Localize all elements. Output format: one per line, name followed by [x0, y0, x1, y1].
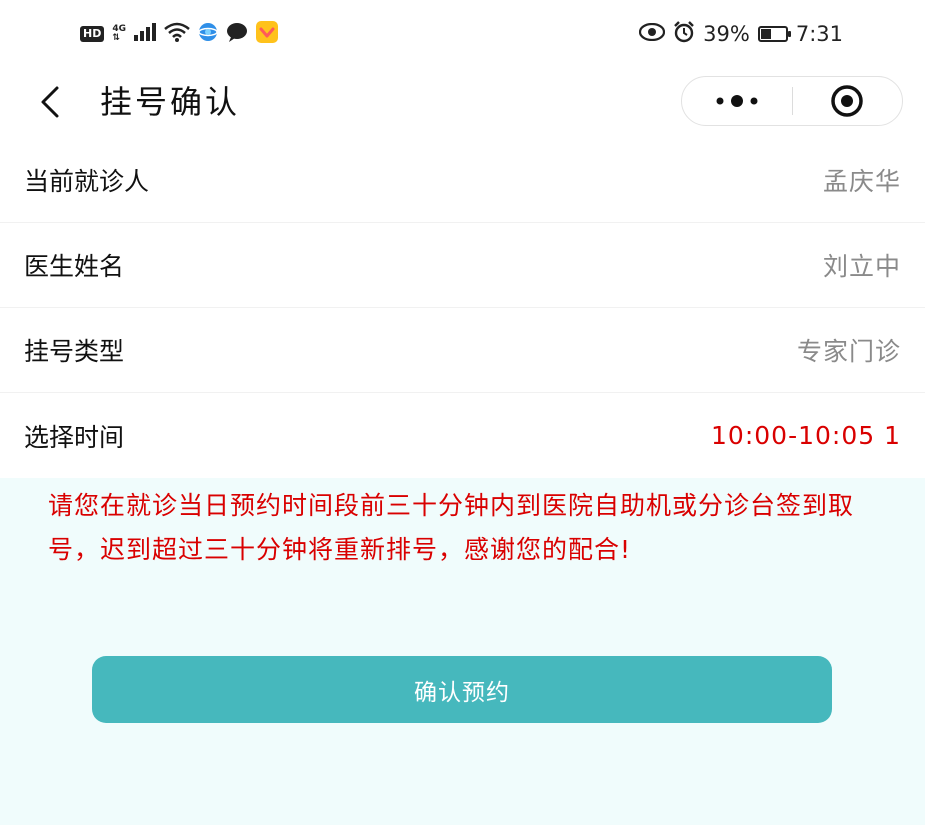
- target-close-icon: [831, 85, 863, 117]
- patient-value: 孟庆华: [822, 167, 901, 196]
- message-icon: [226, 22, 248, 46]
- signal-icon: [134, 23, 156, 45]
- time-value: 10:00-10:05 1: [711, 421, 901, 450]
- row-doctor: 医生姓名 刘立中: [0, 223, 925, 308]
- battery-percent: 39%: [703, 22, 750, 46]
- notice-area: 请您在就诊当日预约时间段前三十分钟内到医院自助机或分诊台签到取号，迟到超过三十分…: [0, 478, 925, 825]
- back-button[interactable]: [30, 82, 70, 122]
- status-bar: HD 4G ⇅ 39% 7:31: [0, 0, 925, 68]
- nav-bar: 挂号确认: [0, 68, 925, 138]
- page: HD 4G ⇅ 39% 7:31 挂号确认 当前就诊人 孟庆华 医生姓名 刘立中…: [0, 0, 925, 825]
- more-dots-icon: [716, 95, 758, 107]
- patient-label: 当前就诊人: [24, 167, 150, 196]
- appointment-info-list: 当前就诊人 孟庆华 医生姓名 刘立中 挂号类型 专家门诊 选择时间 10:00-…: [0, 138, 925, 478]
- eye-icon: [639, 22, 666, 46]
- doctor-value: 刘立中: [822, 252, 901, 281]
- battery-fill: [760, 29, 771, 39]
- confirm-appointment-button[interactable]: 确认预约: [92, 656, 832, 723]
- battery-icon: [757, 26, 791, 42]
- app-icon: [256, 21, 278, 47]
- status-right-icons: 39% 7:31: [639, 18, 843, 50]
- row-patient: 当前就诊人 孟庆华: [0, 138, 925, 223]
- wifi-icon: [164, 22, 190, 46]
- row-time[interactable]: 选择时间 10:00-10:05 1: [0, 393, 925, 478]
- alarm-icon: [673, 20, 695, 48]
- more-button[interactable]: [682, 77, 792, 125]
- clock: 7:31: [795, 22, 843, 46]
- hd-badge: HD: [80, 26, 105, 42]
- status-left-icons: HD 4G ⇅: [80, 18, 278, 50]
- network-arrows-icon: ⇅: [112, 33, 120, 43]
- close-button[interactable]: [793, 77, 903, 125]
- chevron-left-icon: [41, 86, 59, 118]
- mini-program-capsule: [681, 76, 903, 126]
- browser-icon: [198, 22, 218, 46]
- row-registration-type: 挂号类型 专家门诊: [0, 308, 925, 393]
- notice-text: 请您在就诊当日预约时间段前三十分钟内到医院自助机或分诊台签到取号，迟到超过三十分…: [48, 491, 855, 564]
- time-label: 选择时间: [24, 422, 125, 452]
- registration-type-label: 挂号类型: [24, 337, 125, 366]
- registration-type-value: 专家门诊: [796, 337, 901, 366]
- network-type: 4G ⇅: [112, 25, 126, 43]
- page-title: 挂号确认: [100, 83, 241, 121]
- doctor-label: 医生姓名: [24, 252, 125, 281]
